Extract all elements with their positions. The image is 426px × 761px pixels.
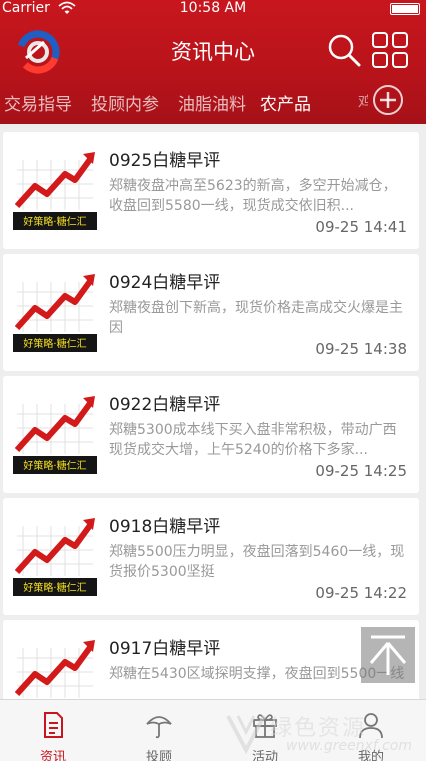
article-thumbnail: 好策略·糖仁汇	[13, 394, 97, 474]
tab-activity[interactable]: 活动	[212, 700, 318, 761]
person-icon	[359, 713, 383, 739]
article-title: 0918白糖早评	[109, 517, 221, 537]
article-summary: 郑糖5300成本线下买入盘非常积极，带动广西现货成交大增，上午5240的价格下多…	[109, 422, 397, 458]
battery-icon	[390, 3, 420, 15]
article-card[interactable]: 好策略·糖仁汇 0918白糖早评 郑糖5500压力明显，夜盘回落到5460一线，…	[3, 498, 419, 615]
article-thumbnail: 好策略·糖仁汇	[13, 272, 97, 352]
tab-news-label: 资讯	[39, 750, 66, 761]
page-title: 资讯中心	[171, 40, 255, 64]
article-thumbnail: 好策略·糖仁汇	[13, 516, 97, 596]
article-title: 0917白糖早评	[109, 639, 221, 659]
bottom-tab-bar: 资讯 投顾 活动 我的	[0, 699, 426, 761]
status-time: 10:58 AM	[179, 0, 247, 16]
tab-activity-label: 活动	[251, 750, 278, 761]
gift-icon	[253, 714, 277, 738]
tab-overflow[interactable]: 鸡	[358, 91, 368, 111]
article-summary: 郑糖5500压力明显，夜盘回落到5460一线，现货报价5300坚挺	[109, 544, 405, 580]
tab-advisor[interactable]: 投顾	[106, 700, 212, 761]
app-header: Carrier 10:58 AM 资讯中心 交易指导 投顾内参 油脂油料 农产品…	[0, 0, 426, 124]
article-title: 0925白糖早评	[109, 151, 221, 171]
svg-text:好策略·糖仁汇: 好策略·糖仁汇	[23, 215, 86, 228]
channel-tabs: 交易指导 投顾内参 油脂油料 农产品 鸡	[0, 82, 426, 120]
article-list: 好策略·糖仁汇 0925白糖早评 郑糖夜盘冲高至5623的新高，多空开始减仓，收…	[0, 124, 426, 699]
svg-text:好策略·糖仁汇: 好策略·糖仁汇	[23, 459, 86, 472]
article-card[interactable]: 好策略·糖仁汇 0924白糖早评 郑糖夜盘创下新高，现货价格走高成交火爆是主因 …	[3, 254, 419, 371]
article-card[interactable]: 好策略·糖仁汇 0922白糖早评 郑糖5300成本线下买入盘非常积极，带动广西现…	[3, 376, 419, 493]
article-card[interactable]: 好策略·糖仁汇 0917白糖早评 郑糖在5430区域探明支撑，夜盘回到5500一…	[3, 620, 419, 699]
tab-trading-guide[interactable]: 交易指导	[4, 90, 72, 115]
article-time: 09-25 14:38	[315, 340, 407, 358]
status-bar: Carrier 10:58 AM	[0, 0, 426, 18]
article-time: 09-25 14:41	[315, 218, 407, 236]
article-time: 09-25 14:22	[315, 584, 407, 602]
tab-advisor-insider[interactable]: 投顾内参	[91, 90, 159, 115]
search-icon[interactable]	[326, 32, 362, 68]
tab-profile[interactable]: 我的	[318, 700, 424, 761]
article-thumbnail: 好策略·糖仁汇	[13, 150, 97, 230]
article-summary: 郑糖夜盘创下新高，现货价格走高成交火爆是主因	[109, 300, 403, 336]
tab-agriculture[interactable]: 农产品	[260, 90, 311, 115]
svg-text:好策略·糖仁汇: 好策略·糖仁汇	[23, 337, 86, 350]
article-card[interactable]: 好策略·糖仁汇 0925白糖早评 郑糖夜盘冲高至5623的新高，多空开始减仓，收…	[3, 132, 419, 249]
document-icon	[44, 712, 63, 738]
nav-bar: 资讯中心	[0, 22, 426, 78]
add-channel-icon[interactable]	[372, 84, 404, 116]
tab-news[interactable]: 资讯	[0, 700, 106, 761]
article-thumbnail: 好策略·糖仁汇	[13, 638, 97, 699]
article-time: 09-25 14:25	[315, 462, 407, 480]
back-to-top-icon[interactable]	[361, 627, 415, 683]
tab-oils-oilseeds[interactable]: 油脂油料	[178, 90, 246, 115]
svg-text:好策略·糖仁汇: 好策略·糖仁汇	[23, 581, 86, 594]
tab-profile-label: 我的	[357, 750, 384, 761]
grid-menu-icon[interactable]	[371, 31, 409, 69]
article-title: 0922白糖早评	[109, 395, 221, 415]
tab-advisor-label: 投顾	[145, 750, 172, 761]
umbrella-icon	[146, 716, 172, 739]
article-summary: 郑糖夜盘冲高至5623的新高，多空开始减仓，收盘回到5580一线，现货成交依旧积…	[109, 178, 397, 214]
article-title: 0924白糖早评	[109, 273, 221, 293]
